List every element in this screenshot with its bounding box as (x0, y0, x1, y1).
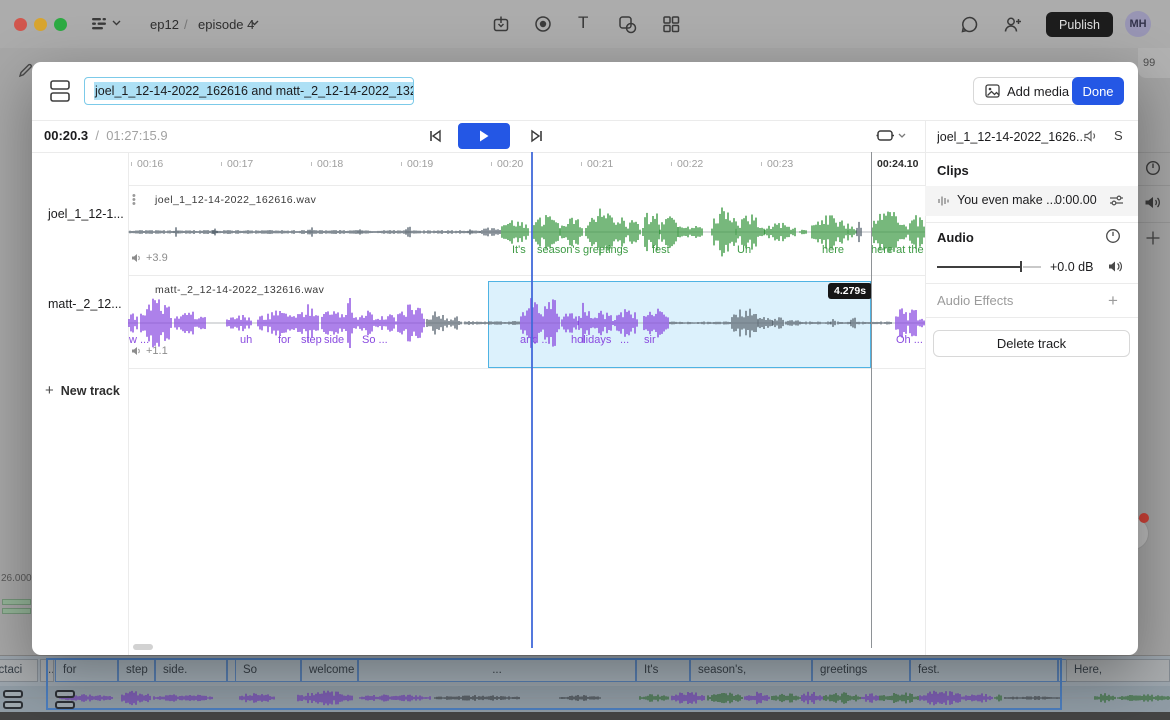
word-label[interactable]: Oh ... (896, 334, 923, 346)
loop-range-icon[interactable] (876, 128, 895, 143)
screen: ep12 / episode 4 T Publish MH 26.000 (0, 0, 1170, 720)
word-label[interactable]: Uh (737, 244, 751, 256)
volume-value: +0.0 dB (1050, 260, 1093, 274)
ruler-end-label: 00:24.10 (877, 158, 918, 170)
solo-button[interactable]: S (1114, 128, 1123, 143)
clip-row[interactable]: You even make ... 0:00.00 (925, 186, 1138, 216)
plus-icon: + (45, 382, 54, 399)
track-gain[interactable]: +3.9 (131, 252, 168, 264)
word-label[interactable]: sir (644, 334, 656, 346)
ruler-label: 00:23 (767, 158, 793, 170)
word-label[interactable]: So ... (362, 334, 388, 346)
ruler-label: 00:16 (137, 158, 163, 170)
audio-effects-header: Audio Effects (937, 293, 1013, 308)
word-label[interactable]: step (301, 334, 322, 346)
track-name[interactable]: matt-_2_12... (48, 297, 122, 311)
ruler-label: 00:17 (227, 158, 253, 170)
playhead[interactable] (531, 152, 533, 648)
ruler-label: 00:19 (407, 158, 433, 170)
word-label[interactable]: and ... (520, 334, 551, 346)
ruler-label: 00:21 (587, 158, 613, 170)
clip-settings-icon[interactable] (1109, 194, 1124, 207)
done-button[interactable]: Done (1072, 77, 1124, 105)
ruler-tick (491, 162, 492, 166)
sequence-title-input[interactable]: joel_1_12-14-2022_162616 and matt-_2_12-… (84, 77, 414, 105)
new-track-button[interactable]: +New track (45, 382, 120, 399)
ruler-tick (221, 162, 222, 166)
time-display: 00:20.3 / 01:27:15.9 (44, 128, 168, 143)
timeline-ruler[interactable]: 00:16 00:17 00:18 00:19 00:20 00:21 00:22 00:23 (128, 152, 925, 185)
ruler-label: 00:18 (317, 158, 343, 170)
inspector-track-title: joel_1_12-14-2022_1626... (937, 130, 1087, 144)
ruler-tick (671, 162, 672, 166)
waveform-track-1[interactable] (128, 185, 925, 275)
ruler-tick (581, 162, 582, 166)
volume-slider-handle[interactable] (1020, 261, 1022, 272)
word-label[interactable]: uh (240, 334, 252, 346)
clip-waveform-icon (937, 195, 950, 207)
word-label[interactable]: It's (512, 244, 526, 256)
image-icon (985, 84, 1000, 98)
word-label[interactable]: side (324, 334, 344, 346)
track-label-column: joel_1_12-1... matt-_2_12... +New track (32, 152, 128, 655)
skip-forward-icon[interactable] (530, 129, 544, 143)
clip-start-time: 0:00.00 (1055, 193, 1097, 207)
ruler-tick (761, 162, 762, 166)
add-effect-icon[interactable]: + (1108, 291, 1118, 311)
clip-name: You even make ... (957, 193, 1057, 207)
delete-track-button[interactable]: Delete track (933, 330, 1130, 357)
sequence-editor-dialog: joel_1_12-14-2022_162616 and matt-_2_12-… (32, 62, 1138, 655)
word-label[interactable]: here at the (871, 244, 924, 256)
horizontal-scrollbar[interactable] (133, 644, 153, 650)
word-label[interactable]: greetings (583, 244, 628, 256)
word-label[interactable]: season's (537, 244, 580, 256)
ruler-tick (131, 162, 132, 166)
ruler-label: 00:20 (497, 158, 523, 170)
audio-header: Audio (937, 230, 974, 245)
ruler-label: 00:22 (677, 158, 703, 170)
ruler-tick (401, 162, 402, 166)
word-label[interactable]: holidays (571, 334, 611, 346)
track-gain[interactable]: +1.1 (131, 345, 168, 357)
add-media-button[interactable]: Add media (973, 77, 1081, 105)
word-label[interactable]: fest (652, 244, 670, 256)
sequence-end-marker[interactable] (871, 152, 872, 648)
loop-chevron-icon[interactable] (898, 133, 906, 138)
timeline[interactable]: 00:16 00:17 00:18 00:19 00:20 00:21 00:22 00:23… (128, 152, 925, 655)
volume-slider-track[interactable] (937, 266, 1021, 268)
volume-slider-rest (1023, 266, 1041, 268)
word-label[interactable]: here (822, 244, 844, 256)
word-label[interactable]: for (278, 334, 291, 346)
ruler-tick (311, 162, 312, 166)
skip-back-icon[interactable] (428, 129, 442, 143)
track-speaker-icon[interactable] (1108, 260, 1123, 273)
play-button[interactable] (458, 123, 510, 149)
sequence-icon[interactable] (49, 78, 71, 104)
automation-clock-icon[interactable] (1105, 228, 1121, 244)
waveform-track-2[interactable] (128, 275, 925, 368)
clips-header: Clips (937, 163, 969, 178)
track-name[interactable]: joel_1_12-1... (48, 207, 124, 221)
mute-icon[interactable] (1084, 130, 1098, 142)
selection-duration-badge: 4.279s (828, 283, 872, 299)
word-label[interactable]: ... (620, 334, 629, 346)
